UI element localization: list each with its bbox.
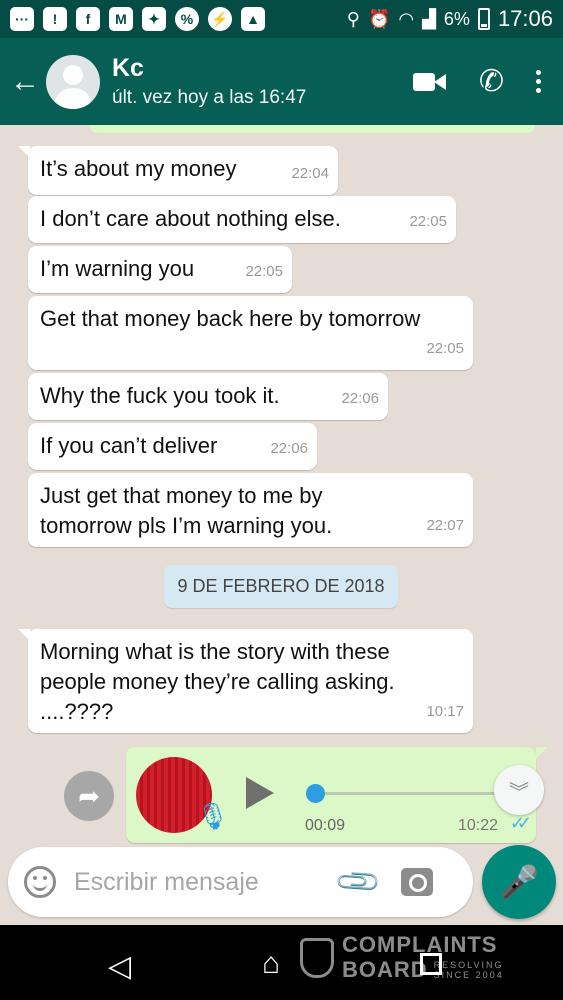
message-composer: 📎 [8,847,473,917]
watermark-line3a: RESOLVING [433,960,504,970]
message-text: Get that money back here by tomorrow [40,306,421,331]
watermark: COMPLAINTS BOARD RESOLVING SINCE 2004 [300,933,504,983]
battery-icon [477,8,490,30]
back-arrow-icon[interactable]: ← [6,65,44,99]
contact-avatar[interactable] [46,54,100,109]
message-time: 10:17 [426,703,464,720]
forward-icon[interactable]: ➦ [64,771,114,821]
message-time: 22:05 [426,340,464,357]
incoming-message[interactable]: Just get that money to me by tomorrow pl… [28,473,473,547]
notification-icons: ··· ! f M ✦ % ⚡ ▲ [10,7,265,31]
chat-header: ← Kc últ. vez hoy a las 16:47 ✆ [0,38,563,125]
incoming-message[interactable]: I don’t care about nothing else. 22:05 [28,196,456,243]
voice-mic-icon: 🎙 [196,801,230,831]
photo-notification-icon: ▲ [241,7,265,31]
camera-icon[interactable] [401,868,434,896]
nav-back-icon[interactable]: ◁ [108,949,131,984]
facebook-notification-icon: f [76,7,100,31]
hotspot-icon: ⚲ [346,8,360,29]
message-text: I’m warning you [40,256,195,281]
chat-area[interactable]: It’s about my money 22:04 I don’t care a… [0,125,563,845]
attach-icon[interactable]: 📎 [333,856,384,907]
last-seen-status: últ. vez hoy a las 16:47 [112,87,307,108]
message-time: 10:22 [457,817,498,834]
audio-duration: 00:09 [305,817,346,834]
incoming-message[interactable]: Get that money back here by tomorrow 22:… [28,296,473,370]
status-clock: 17:06 [497,6,553,31]
phone-icon[interactable]: ✆ [479,66,504,97]
status-bar: ··· ! f M ✦ % ⚡ ▲ ⚲ ⏰ ◠ ▟ 6% 17:06 [0,0,563,38]
contact-name: Kc [112,54,144,82]
message-text: Morning what is the story with these peo… [40,639,395,724]
chat-notification-icon: ··· [10,7,34,31]
incoming-message[interactable]: It’s about my money 22:04 [18,146,338,195]
message-time: 22:06 [270,440,308,457]
message-time: 22:06 [341,390,379,407]
message-input[interactable] [74,867,334,897]
message-text: It’s about my money [40,156,237,181]
message-time: 22:04 [291,165,329,182]
watermark-line2: BOARD [342,957,428,982]
incoming-message[interactable]: If you can’t deliver 22:06 [28,423,317,470]
message-time: 22:05 [245,263,283,280]
audio-seek-handle[interactable] [306,784,325,803]
voice-note-message[interactable]: 🎙 00:09 10:22 ✓✓ [126,747,548,843]
message-text: Just get that money to me by tomorrow pl… [40,483,333,538]
read-receipt-icon: ✓✓ [509,813,532,833]
signal-icon: ▟ [422,8,436,29]
watermark-shield-icon [300,938,334,978]
contact-info[interactable]: Kc últ. vez hoy a las 16:47 [112,54,306,109]
audio-progress-track[interactable] [316,792,516,795]
more-options-icon[interactable] [536,70,541,93]
watermark-line1: COMPLAINTS [342,932,498,957]
message-time: 22:05 [409,213,447,230]
percent-notification-icon: % [175,7,199,31]
message-text: I don’t care about nothing else. [40,206,341,231]
wifi-icon: ◠ [398,8,415,29]
incoming-message[interactable]: Why the fuck you took it. 22:06 [28,373,388,420]
battery-percent: 6% [443,8,470,29]
nav-home-icon[interactable]: ⌂ [262,947,280,981]
message-time: 22:07 [426,517,464,534]
gmail-notification-icon: M [109,7,133,31]
play-icon[interactable] [246,777,274,809]
video-call-icon[interactable] [412,70,447,94]
header-actions: ✆ [412,66,541,97]
system-status: ⚲ ⏰ ◠ ▟ 6% 17:06 [347,6,553,32]
emoji-icon[interactable] [24,866,56,898]
message-text: If you can’t deliver [40,433,218,458]
game-notification-icon: ✦ [142,7,166,31]
alert-notification-icon: ! [43,7,67,31]
mic-icon[interactable]: 🎤 [482,845,556,919]
watermark-line3b: SINCE 2004 [433,970,504,980]
android-nav-bar: ◁ ⌂ COMPLAINTS BOARD RESOLVING SINCE 200… [0,925,563,1000]
incoming-message[interactable]: I’m warning you 22:05 [28,246,292,293]
previous-outgoing-bubble [90,125,535,133]
incoming-message[interactable]: Morning what is the story with these peo… [18,629,473,733]
scroll-down-icon[interactable]: ︾ [494,765,544,815]
messenger-notification-icon: ⚡ [208,7,232,31]
date-divider: 9 DE FEBRERO DE 2018 [164,565,398,608]
alarm-icon: ⏰ [367,8,391,29]
message-text: Why the fuck you took it. [40,383,280,408]
